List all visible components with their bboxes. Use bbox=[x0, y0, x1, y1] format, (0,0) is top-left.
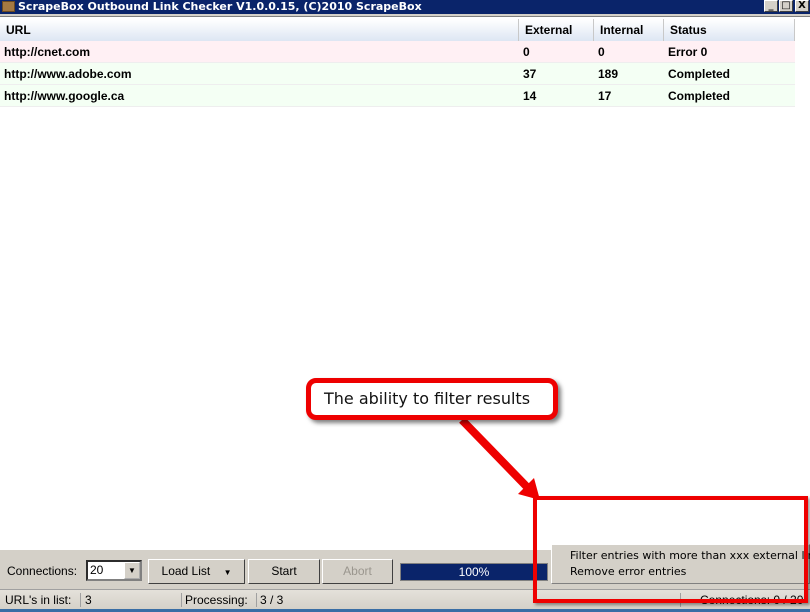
annotation-highlight-box bbox=[533, 496, 808, 603]
arrow-shaft bbox=[459, 417, 531, 491]
annotation-callout: The ability to filter results bbox=[306, 378, 558, 420]
